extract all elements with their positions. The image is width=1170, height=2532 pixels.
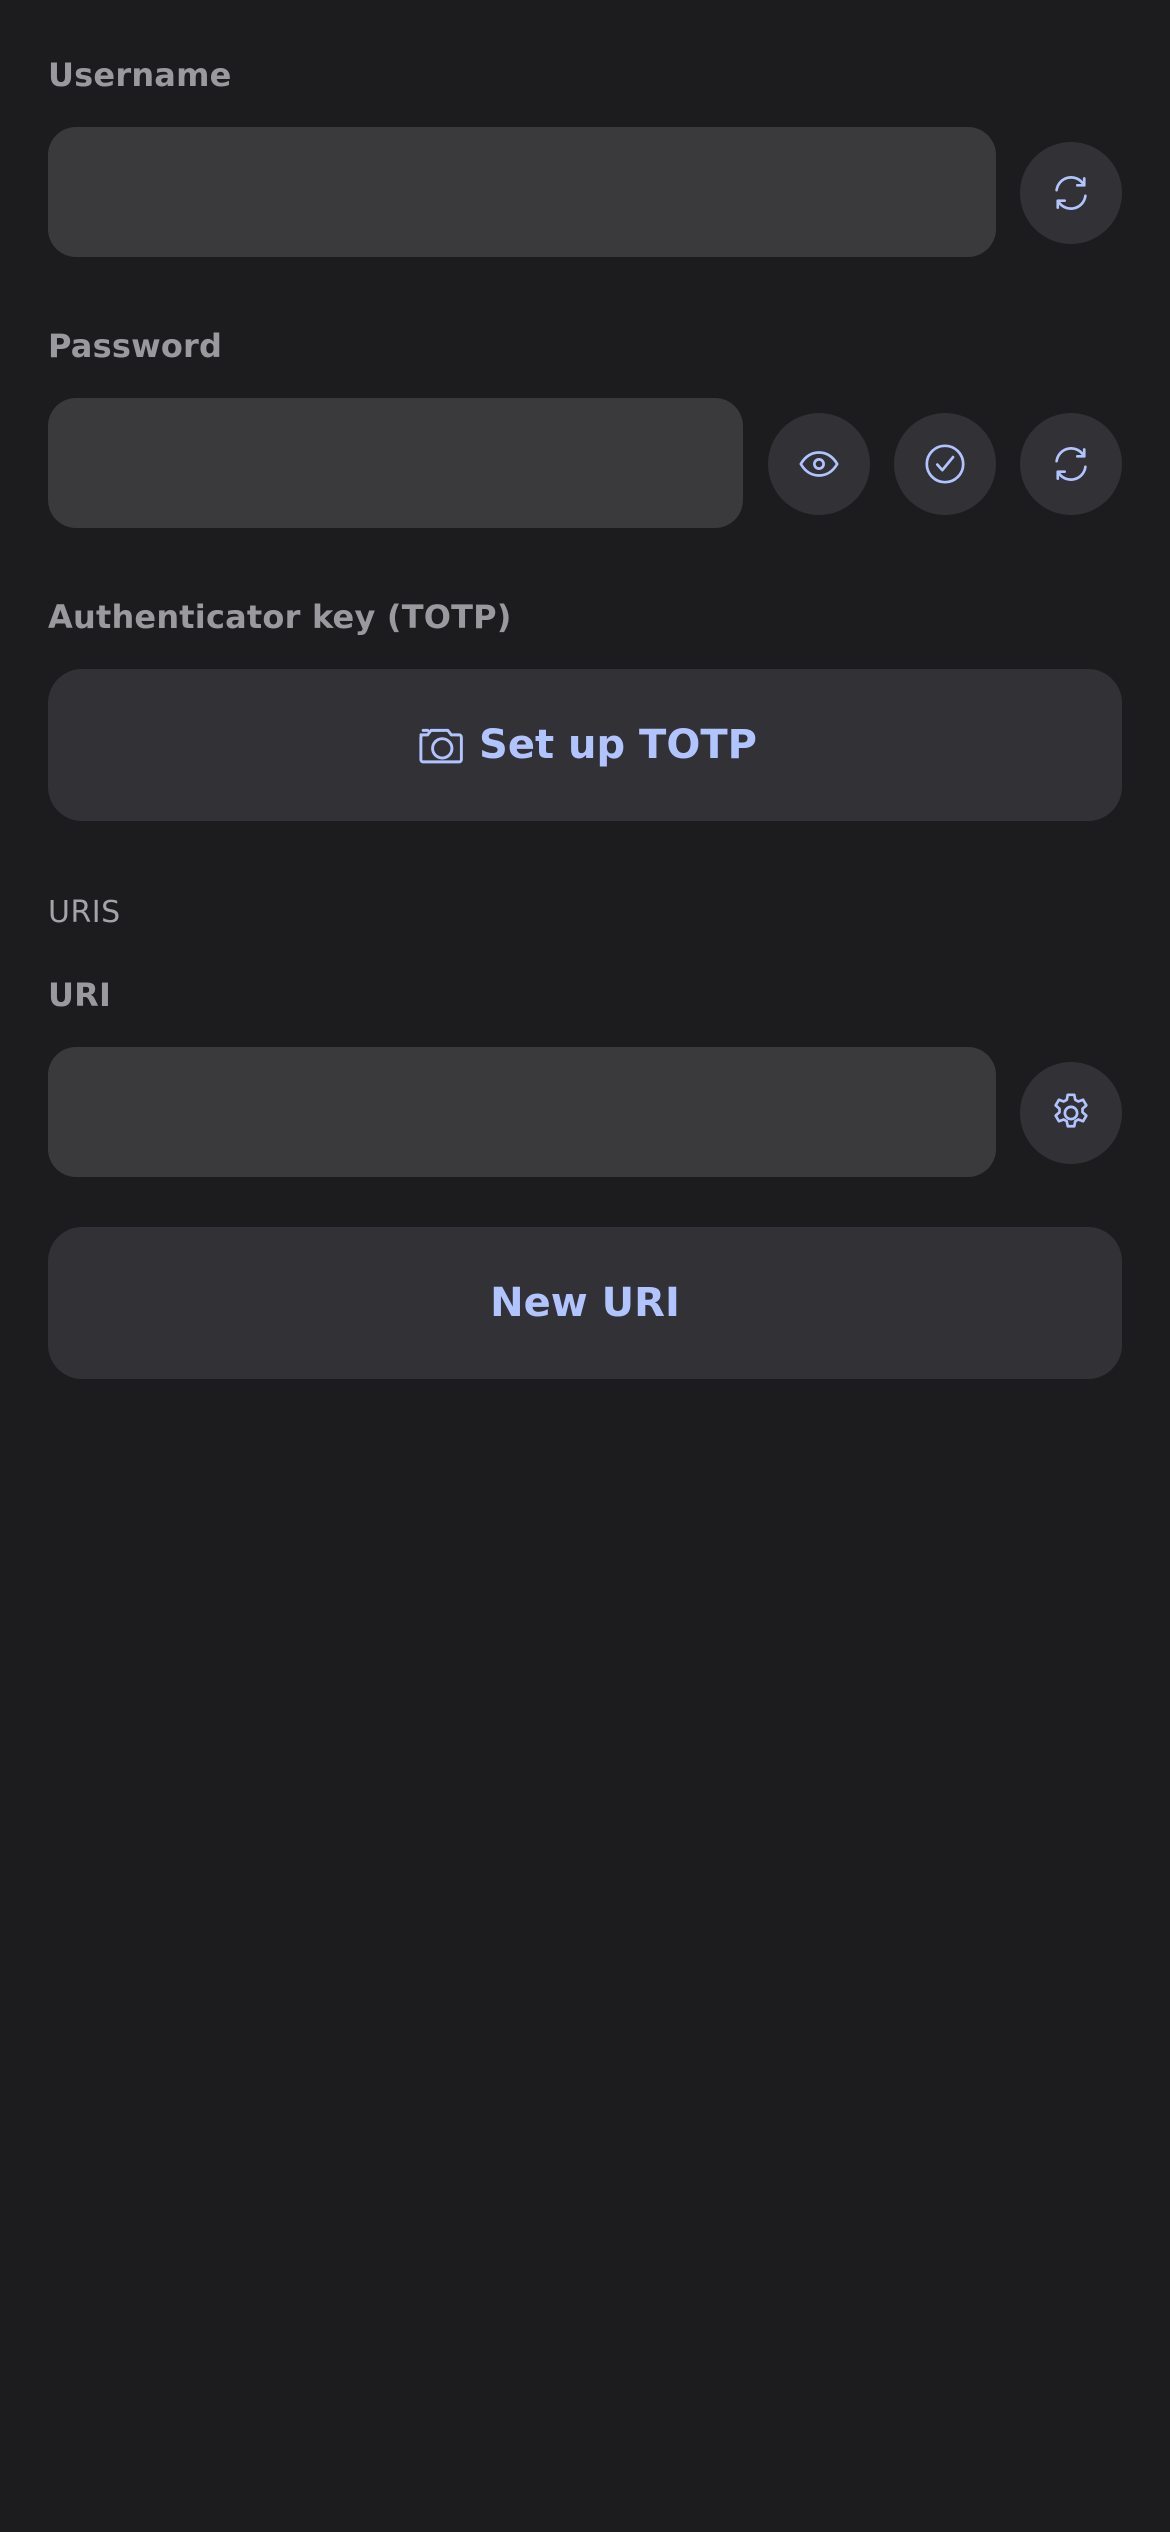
uris-section-title: URIS xyxy=(48,895,121,930)
camera-icon xyxy=(419,728,463,764)
setup-totp-label: Set up TOTP xyxy=(479,722,757,768)
check-circle-icon xyxy=(925,444,965,484)
generate-username-button[interactable] xyxy=(1020,142,1122,244)
new-uri-button[interactable]: New URI xyxy=(48,1227,1122,1379)
check-password-button[interactable] xyxy=(894,413,996,515)
refresh-icon xyxy=(1055,447,1087,481)
generate-password-button[interactable] xyxy=(1020,413,1122,515)
uri-input[interactable] xyxy=(48,1047,996,1177)
username-label: Username xyxy=(48,56,232,94)
eye-icon xyxy=(799,451,839,477)
toggle-password-visibility-button[interactable] xyxy=(768,413,870,515)
uri-options-button[interactable] xyxy=(1020,1062,1122,1164)
username-input[interactable] xyxy=(48,127,996,257)
password-label: Password xyxy=(48,327,223,365)
password-input[interactable] xyxy=(48,398,743,528)
refresh-icon xyxy=(1055,176,1087,210)
edit-login-screen: Username Password Authenticator key (TOT… xyxy=(0,0,1170,2532)
totp-label: Authenticator key (TOTP) xyxy=(48,598,512,636)
setup-totp-button[interactable]: Set up TOTP xyxy=(48,669,1122,821)
gear-icon xyxy=(1054,1093,1088,1128)
uri-label: URI xyxy=(48,976,112,1014)
new-uri-label: New URI xyxy=(490,1280,680,1326)
